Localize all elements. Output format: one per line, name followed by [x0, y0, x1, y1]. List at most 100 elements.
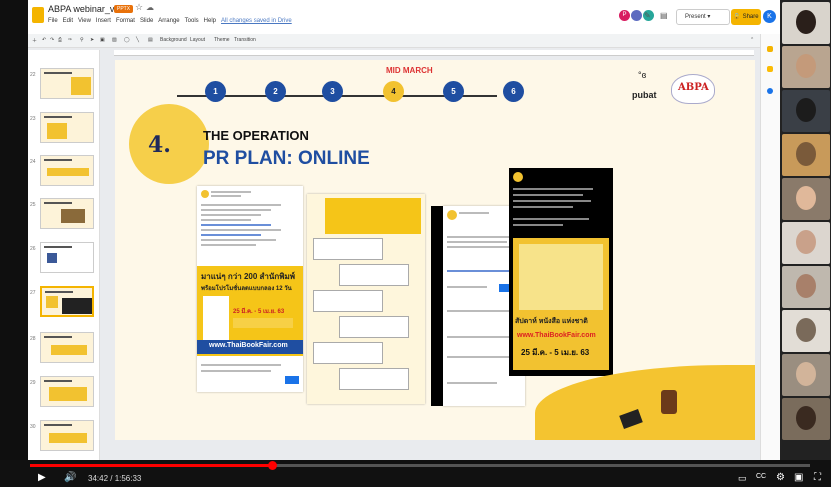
- subtitles-icon[interactable]: ▭: [738, 473, 747, 484]
- poster-url: www.ThaiBookFair.com: [517, 332, 596, 339]
- play-icon[interactable]: ▶: [38, 472, 46, 483]
- video-scrubber-handle[interactable]: [267, 461, 277, 470]
- star-icon[interactable]: ☆: [135, 2, 143, 13]
- post-text-line: [201, 239, 276, 241]
- slide-thumbnail[interactable]: [40, 332, 94, 363]
- keep-icon[interactable]: [767, 46, 773, 52]
- menu-view[interactable]: View: [78, 18, 91, 24]
- poster-post-screenshot: สัปดาห์ หนังสือ แห่งชาติ www.ThaiBookFai…: [509, 168, 613, 376]
- menu-file[interactable]: File: [48, 18, 58, 24]
- participant-video: [796, 318, 816, 342]
- slide-thumbnail[interactable]: [40, 68, 94, 99]
- collapse-toolbar-icon[interactable]: ⌃: [750, 37, 754, 43]
- comments-panel-icon[interactable]: ▤: [660, 11, 668, 20]
- participant-tile[interactable]: [782, 2, 830, 44]
- share-label: Share: [742, 14, 759, 20]
- participant-tile[interactable]: [782, 398, 830, 440]
- participant-tile[interactable]: [782, 266, 830, 308]
- slide-number: 24: [30, 159, 36, 165]
- slide-content[interactable]: MID MARCH 1 2 3 4 5 6 4. THE OPERATION P…: [115, 60, 755, 440]
- thumb-image: [47, 168, 89, 176]
- promo-url-bar: www.ThaiBookFair.com: [197, 340, 303, 354]
- participant-tile[interactable]: [782, 354, 830, 396]
- edit-toolbar: ＋ ↶ ↷ ⎙ ✑ ⚲ ➤ ▣ ▨ ◯ ╲ ▤ Background Layou…: [28, 34, 780, 48]
- abpa-wordmark: ABPA: [678, 82, 709, 93]
- volume-icon[interactable]: 🔊: [64, 472, 76, 483]
- thumb-text: [44, 246, 72, 248]
- infographic-header: [325, 198, 421, 234]
- save-status-link[interactable]: All changes saved in Drive: [221, 18, 292, 24]
- participant-tile[interactable]: [782, 134, 830, 176]
- calendar-icon[interactable]: [767, 88, 773, 94]
- thumb-image: [46, 296, 58, 308]
- slide-thumbnail[interactable]: [40, 155, 94, 186]
- slide-thumbnail[interactable]: [40, 198, 94, 229]
- post-text-line: [513, 218, 589, 220]
- user-avatar[interactable]: K: [763, 10, 776, 23]
- zoom-icon[interactable]: ⚲: [80, 37, 84, 43]
- add-icon[interactable]: ＋: [32, 37, 37, 44]
- menu-arrange[interactable]: Arrange: [158, 18, 179, 24]
- cc-icon[interactable]: CC: [756, 473, 766, 480]
- post-text-line: [447, 310, 517, 312]
- menu-slide[interactable]: Slide: [140, 18, 153, 24]
- slides-logo-icon[interactable]: [32, 7, 44, 23]
- participant-tile[interactable]: [782, 46, 830, 88]
- share-button[interactable]: 🔒 Share: [731, 9, 761, 25]
- select-icon[interactable]: ➤: [90, 37, 94, 43]
- print-icon[interactable]: ⎙: [58, 37, 62, 43]
- side-panel-rail: [760, 34, 780, 460]
- post-text-line: [447, 356, 513, 358]
- toolbar-background[interactable]: Background: [160, 37, 187, 43]
- collaborator-avatar[interactable]: [631, 10, 642, 21]
- slide-thumbnail[interactable]: [40, 112, 94, 143]
- lock-icon: 🔒: [733, 14, 741, 20]
- slide-thumbnail[interactable]: [40, 242, 94, 273]
- toolbar-layout[interactable]: Layout: [190, 37, 205, 43]
- comment-add-icon[interactable]: ▤: [148, 37, 153, 43]
- slide-thumbnail[interactable]: [40, 376, 94, 407]
- menu-tools[interactable]: Tools: [185, 18, 199, 24]
- thumb-image: [71, 77, 91, 95]
- participant-tile[interactable]: [782, 178, 830, 220]
- paint-format-icon[interactable]: ✑: [68, 37, 72, 43]
- miniplayer-icon[interactable]: ▣: [794, 472, 803, 483]
- toolbar-theme[interactable]: Theme: [214, 37, 230, 43]
- menu-edit[interactable]: Edit: [63, 18, 73, 24]
- image-icon[interactable]: ▨: [112, 37, 117, 43]
- participant-tile[interactable]: [782, 310, 830, 352]
- redo-icon[interactable]: ↷: [50, 37, 54, 43]
- slide-filmstrip[interactable]: 22 23 24 25 26 27 28 29 30: [28, 50, 100, 460]
- comment-icon[interactable]: ✎: [644, 11, 651, 20]
- slide-thumbnail[interactable]: [40, 420, 94, 451]
- menu-format[interactable]: Format: [116, 18, 135, 24]
- title-bar: ABPA webinar_ver2 PPTX ☆ ☁ File Edit Vie…: [28, 0, 780, 34]
- cloud-icon[interactable]: ☁: [146, 3, 154, 12]
- toolbar-transition[interactable]: Transition: [234, 37, 256, 43]
- slide-number: 26: [30, 246, 36, 252]
- participant-video: [796, 362, 816, 386]
- menu-insert[interactable]: Insert: [96, 18, 111, 24]
- shape-icon[interactable]: ◯: [124, 37, 130, 43]
- timeline-step: 2: [265, 81, 286, 102]
- slide-heading-operation: THE OPERATION: [203, 128, 309, 143]
- collaborator-avatar[interactable]: P: [619, 10, 630, 21]
- participant-tile[interactable]: [782, 222, 830, 264]
- video-time-display: 34:42 / 1:56:33: [88, 474, 142, 483]
- pubat-eyes-icon: °ɞ: [638, 70, 647, 80]
- tasks-icon[interactable]: [767, 66, 773, 72]
- post-link-line: [201, 224, 271, 226]
- timeline-label: MID MARCH: [386, 66, 433, 75]
- undo-icon[interactable]: ↶: [42, 37, 46, 43]
- participant-tile[interactable]: [782, 90, 830, 132]
- thumb-text: [44, 116, 72, 118]
- line-icon[interactable]: ╲: [136, 37, 139, 43]
- present-button[interactable]: Present ▾: [676, 9, 730, 25]
- settings-icon[interactable]: ⚙: [776, 472, 785, 483]
- post-text-line: [201, 370, 271, 372]
- menu-help[interactable]: Help: [204, 18, 216, 24]
- textbox-icon[interactable]: ▣: [100, 37, 105, 43]
- timeline-step: 3: [322, 81, 343, 102]
- slide-thumbnail-active[interactable]: [40, 286, 94, 317]
- fullscreen-icon[interactable]: ⛶: [814, 472, 821, 483]
